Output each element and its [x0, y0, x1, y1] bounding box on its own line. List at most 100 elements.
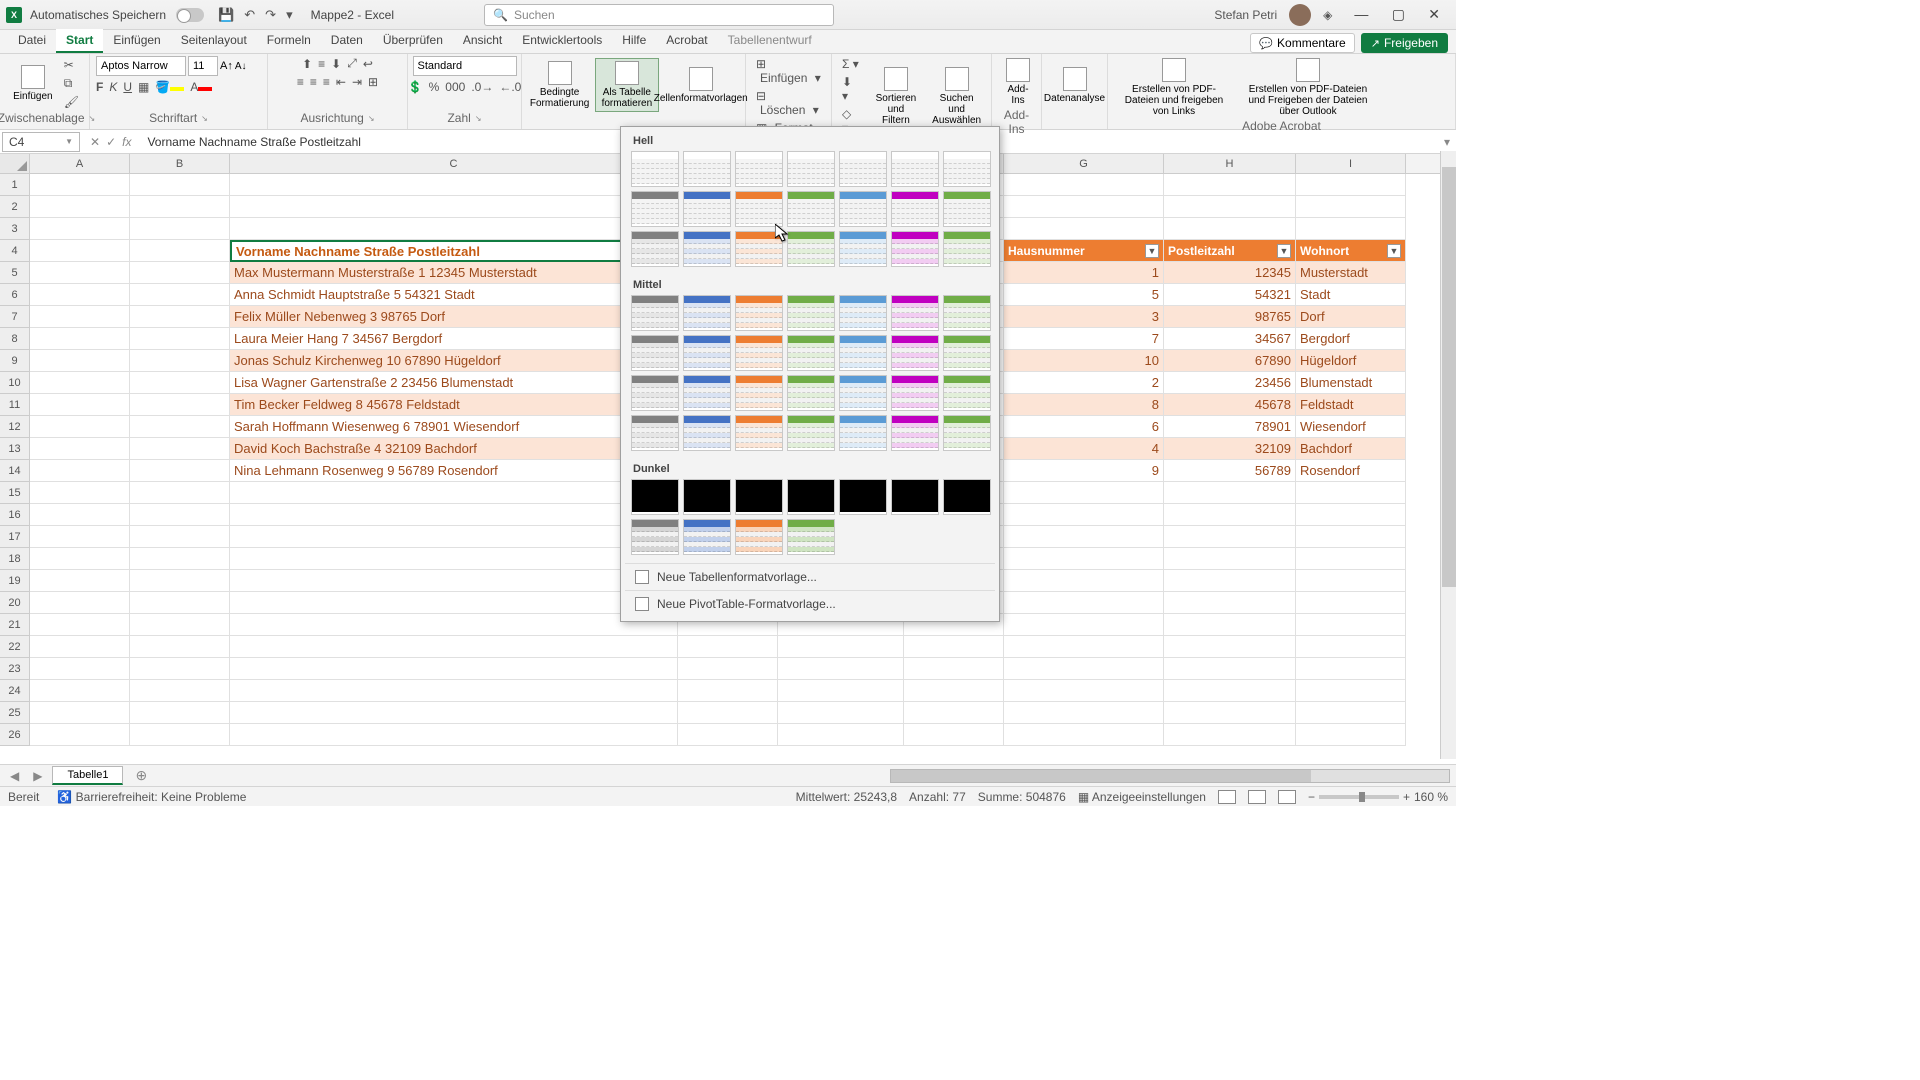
cell-B7[interactable] — [130, 306, 230, 328]
cell-C19[interactable] — [230, 570, 678, 592]
cell-A17[interactable] — [30, 526, 130, 548]
cell-B16[interactable] — [130, 504, 230, 526]
undo-icon[interactable]: ↶ — [244, 7, 255, 23]
name-box[interactable]: C4▼ — [2, 132, 80, 152]
cell-H8[interactable]: 34567 — [1164, 328, 1296, 350]
cell-D23[interactable] — [678, 658, 778, 680]
table-style-thumb[interactable] — [787, 375, 835, 411]
table-style-thumb[interactable] — [787, 231, 835, 267]
cell-A16[interactable] — [30, 504, 130, 526]
cell-A18[interactable] — [30, 548, 130, 570]
table-style-thumb[interactable] — [683, 415, 731, 451]
normal-view-button[interactable] — [1218, 790, 1236, 804]
row-header-12[interactable]: 12 — [0, 416, 29, 438]
redo-icon[interactable]: ↷ — [265, 7, 276, 23]
cell-B4[interactable] — [130, 240, 230, 262]
table-style-thumb[interactable] — [631, 231, 679, 267]
cell-C6[interactable]: Anna Schmidt Hauptstraße 5 54321 Stadt — [230, 284, 678, 306]
font-name-input[interactable] — [96, 56, 186, 76]
cell-H23[interactable] — [1164, 658, 1296, 680]
tab-start[interactable]: Start — [56, 29, 103, 53]
fx-icon[interactable]: fx — [122, 135, 131, 149]
tab-datei[interactable]: Datei — [8, 29, 56, 53]
cell-I19[interactable] — [1296, 570, 1406, 592]
table-style-thumb[interactable] — [891, 335, 939, 371]
cell-H15[interactable] — [1164, 482, 1296, 504]
underline-icon[interactable]: U — [123, 80, 132, 94]
tab-ansicht[interactable]: Ansicht — [453, 29, 512, 53]
table-style-thumb[interactable] — [943, 479, 991, 515]
decrease-font-icon[interactable]: A↓ — [235, 61, 247, 72]
autosave-toggle[interactable]: Automatisches Speichern — [30, 8, 204, 22]
align-left-icon[interactable]: ≡ — [297, 75, 304, 89]
cell-A14[interactable] — [30, 460, 130, 482]
cell-B12[interactable] — [130, 416, 230, 438]
table-style-thumb[interactable] — [683, 335, 731, 371]
row-header-15[interactable]: 15 — [0, 482, 29, 504]
cell-C16[interactable] — [230, 504, 678, 526]
cell-G11[interactable]: 8 — [1004, 394, 1164, 416]
cell-H25[interactable] — [1164, 702, 1296, 724]
cell-I7[interactable]: Dorf — [1296, 306, 1406, 328]
cell-B14[interactable] — [130, 460, 230, 482]
cell-B20[interactable] — [130, 592, 230, 614]
tab-hilfe[interactable]: Hilfe — [612, 29, 656, 53]
table-style-thumb[interactable] — [683, 295, 731, 331]
table-style-thumb[interactable] — [787, 519, 835, 555]
currency-icon[interactable]: 💲 — [408, 80, 423, 94]
cell-I9[interactable]: Hügeldorf — [1296, 350, 1406, 372]
row-header-3[interactable]: 3 — [0, 218, 29, 240]
cell-I2[interactable] — [1296, 196, 1406, 218]
comments-button[interactable]: 💬 Kommentare — [1250, 33, 1354, 53]
cell-I22[interactable] — [1296, 636, 1406, 658]
cell-B23[interactable] — [130, 658, 230, 680]
insert-cells-button[interactable]: ⊞ Einfügen ▾ — [752, 56, 825, 86]
column-header-A[interactable]: A — [30, 154, 130, 173]
cell-I15[interactable] — [1296, 482, 1406, 504]
cell-E22[interactable] — [778, 636, 904, 658]
cell-C1[interactable] — [230, 174, 678, 196]
cell-C26[interactable] — [230, 724, 678, 746]
tab-formeln[interactable]: Formeln — [257, 29, 321, 53]
cell-A24[interactable] — [30, 680, 130, 702]
cell-E23[interactable] — [778, 658, 904, 680]
table-style-thumb[interactable] — [735, 191, 783, 227]
cell-C14[interactable]: Nina Lehmann Rosenweg 9 56789 Rosendorf — [230, 460, 678, 482]
cell-G13[interactable]: 4 — [1004, 438, 1164, 460]
cell-I1[interactable] — [1296, 174, 1406, 196]
cell-C13[interactable]: David Koch Bachstraße 4 32109 Bachdorf — [230, 438, 678, 460]
page-layout-view-button[interactable] — [1248, 790, 1266, 804]
cell-B24[interactable] — [130, 680, 230, 702]
cell-A26[interactable] — [30, 724, 130, 746]
table-style-thumb[interactable] — [943, 231, 991, 267]
cell-C2[interactable] — [230, 196, 678, 218]
row-header-23[interactable]: 23 — [0, 658, 29, 680]
close-button[interactable]: ✕ — [1418, 6, 1450, 22]
table-style-thumb[interactable] — [839, 231, 887, 267]
table-style-thumb[interactable] — [631, 519, 679, 555]
cell-E24[interactable] — [778, 680, 904, 702]
cell-G3[interactable] — [1004, 218, 1164, 240]
cell-C20[interactable] — [230, 592, 678, 614]
cell-C3[interactable] — [230, 218, 678, 240]
tab-tabellenentwurf[interactable]: Tabellenentwurf — [718, 29, 822, 53]
table-style-thumb[interactable] — [683, 375, 731, 411]
table-style-thumb[interactable] — [839, 479, 887, 515]
cell-G17[interactable] — [1004, 526, 1164, 548]
table-style-thumb[interactable] — [943, 415, 991, 451]
font-size-input[interactable] — [188, 56, 218, 76]
add-sheet-button[interactable]: ⊕ — [129, 767, 153, 784]
font-color-icon[interactable]: A — [190, 80, 212, 94]
table-style-thumb[interactable] — [891, 295, 939, 331]
cell-G12[interactable]: 6 — [1004, 416, 1164, 438]
table-style-thumb[interactable] — [943, 375, 991, 411]
table-style-thumb[interactable] — [683, 519, 731, 555]
cell-I23[interactable] — [1296, 658, 1406, 680]
sort-filter-button[interactable]: Sortieren und Filtern — [868, 65, 925, 128]
column-header-C[interactable]: C — [230, 154, 678, 173]
cell-H9[interactable]: 67890 — [1164, 350, 1296, 372]
table-style-thumb[interactable] — [787, 295, 835, 331]
cell-A19[interactable] — [30, 570, 130, 592]
table-style-thumb[interactable] — [631, 415, 679, 451]
cell-H21[interactable] — [1164, 614, 1296, 636]
